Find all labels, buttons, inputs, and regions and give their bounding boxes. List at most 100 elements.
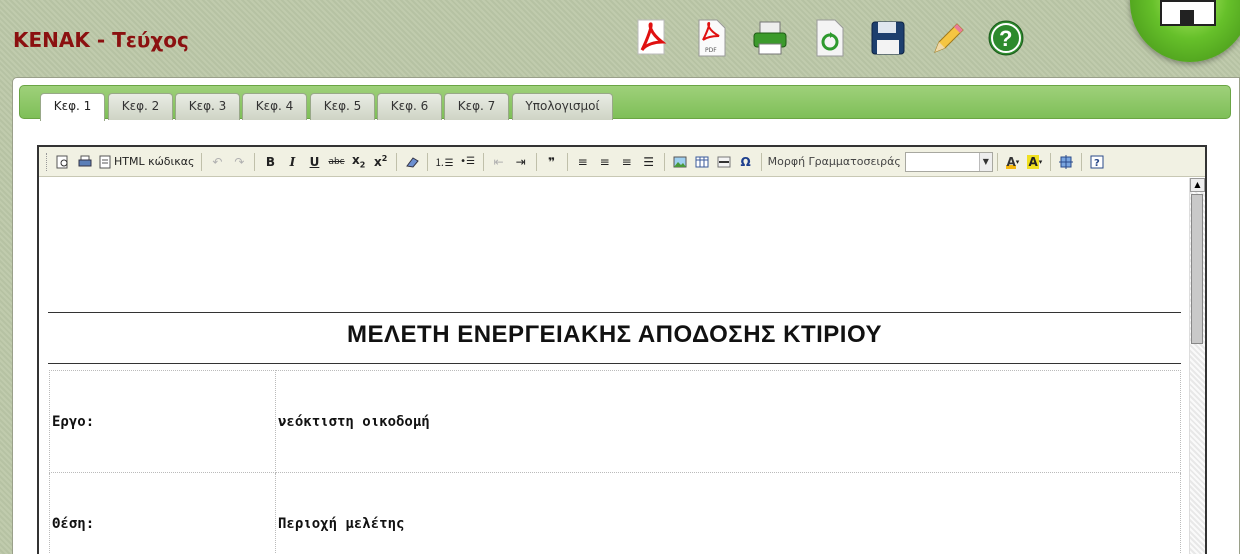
eraser-icon <box>405 156 419 168</box>
tab-chapter-7[interactable]: Κεφ. 7 <box>444 93 509 120</box>
help-icon[interactable]: ? <box>984 14 1028 62</box>
tab-chapter-5[interactable]: Κεφ. 5 <box>310 93 375 120</box>
undo-button[interactable]: ↶ <box>206 151 228 173</box>
background-color-dropdown-icon: ▾ <box>1038 157 1043 166</box>
tab-chapter-4[interactable]: Κεφ. 4 <box>242 93 307 120</box>
indent-button[interactable]: ⇥ <box>510 151 532 173</box>
tab-chapter-6[interactable]: Κεφ. 6 <box>377 93 442 120</box>
project-label: Εργο: <box>49 370 276 473</box>
tab-chapter-3[interactable]: Κεφ. 3 <box>175 93 240 120</box>
print-icon <box>78 155 92 166</box>
table-icon <box>695 156 709 167</box>
align-left-icon: ≡ <box>577 154 588 169</box>
align-right-icon: ≡ <box>621 154 632 169</box>
svg-text:?: ? <box>1094 158 1100 169</box>
preview-button[interactable] <box>52 151 74 173</box>
pdf-file-icon[interactable]: PDF <box>689 14 733 62</box>
align-left-button[interactable]: ≡ <box>572 151 594 173</box>
omega-icon: Ω <box>740 154 751 169</box>
bottom-divider <box>48 363 1181 364</box>
insert-table-button[interactable] <box>691 151 713 173</box>
numbered-list-button[interactable]: ⒈☰ <box>432 151 457 173</box>
printer-icon[interactable] <box>748 14 792 62</box>
remove-format-button[interactable] <box>401 151 423 173</box>
italic-icon: I <box>289 154 296 169</box>
document-title: ΜΕΛΕΤΗ ΕΝΕΡΓΕΙΑΚΗΣ ΑΠΟΔΟΣΗΣ ΚΤΙΡΙΟΥ <box>347 321 882 348</box>
indent-icon: ⇥ <box>515 154 526 169</box>
pencil-icon[interactable] <box>925 14 969 62</box>
toolbar-separator <box>254 152 256 171</box>
strikethrough-button[interactable]: abc <box>325 151 347 173</box>
italic-button[interactable]: I <box>281 151 303 173</box>
editor-content[interactable]: ΜΕΛΕΤΗ ΕΝΕΡΓΕΙΑΚΗΣ ΑΠΟΔΟΣΗΣ ΚΤΙΡΙΟΥ Εργο… <box>39 178 1189 554</box>
maximize-button[interactable] <box>1055 151 1077 173</box>
align-right-button[interactable]: ≡ <box>616 151 638 173</box>
tab-chapter-2[interactable]: Κεφ. 2 <box>108 93 173 120</box>
outdent-button[interactable]: ⇤ <box>488 151 510 173</box>
blockquote-button[interactable]: ❞ <box>541 151 563 173</box>
toolbar-separator <box>535 152 537 171</box>
toolbar-grip <box>46 152 48 171</box>
recycle-icon[interactable] <box>807 14 851 62</box>
chevron-down-icon: ▼ <box>978 152 992 171</box>
html-source-label: HTML κώδικας <box>114 155 195 168</box>
strikethrough-icon: abc <box>328 156 345 167</box>
document-icon <box>99 155 111 168</box>
toolbar-separator <box>663 152 665 171</box>
scrollbar-thumb[interactable] <box>1191 194 1203 344</box>
text-color-button[interactable]: A ▾ <box>1002 151 1024 173</box>
toolbar-separator <box>426 152 428 171</box>
superscript-button[interactable]: x2 <box>370 151 392 173</box>
chapter-tabbar: Κεφ. 1 Κεφ. 2 Κεφ. 3 Κεφ. 4 Κεφ. 5 Κεφ. … <box>19 85 1231 121</box>
font-format-label: Μορφή Γραμματοσειράς <box>767 155 901 168</box>
horizontal-rule-icon <box>717 156 731 167</box>
horizontal-rule-button[interactable] <box>713 151 735 173</box>
scroll-up-icon[interactable]: ▲ <box>1190 178 1205 192</box>
html-source-button[interactable]: HTML κώδικας <box>96 151 197 173</box>
location-value: Περιοχή μελέτης <box>275 472 1181 554</box>
bullet-list-button[interactable]: •☰ <box>457 151 479 173</box>
toolbar-separator <box>1080 152 1082 171</box>
pdf-file-label: PDF <box>705 47 717 54</box>
home-icon <box>1160 0 1216 26</box>
numbered-list-icon: ⒈☰ <box>434 158 454 169</box>
subscript-button[interactable]: x2 <box>348 151 370 173</box>
subscript-icon: x2 <box>351 153 366 170</box>
table-row: Θέση: Περιοχή μελέτης <box>49 472 1181 554</box>
quote-icon: ❞ <box>548 154 556 169</box>
project-value: νεόκτιστη οικοδομή <box>275 370 1181 473</box>
align-center-button[interactable]: ≡ <box>594 151 616 173</box>
tab-chapter-1[interactable]: Κεφ. 1 <box>40 93 105 121</box>
about-button[interactable]: ? <box>1086 151 1108 173</box>
header-toolbar: PDF ? <box>630 14 1043 62</box>
vertical-scrollbar[interactable]: ▲ <box>1189 178 1205 554</box>
home-button[interactable] <box>1130 0 1240 62</box>
outdent-icon: ⇤ <box>493 154 504 169</box>
bold-icon: B <box>265 154 276 169</box>
toolbar-separator <box>395 152 397 171</box>
background-color-icon: A <box>1027 154 1039 169</box>
app-title: ΚΕΝΑΚ - Τεύχος <box>13 28 189 52</box>
justify-button[interactable]: ☰ <box>638 151 660 173</box>
tab-calculations[interactable]: Υπολογισμοί <box>512 93 613 120</box>
app-header: ΚΕΝΑΚ - Τεύχος PDF ? <box>0 0 1240 78</box>
location-label: Θέση: <box>49 472 276 554</box>
maximize-icon <box>1058 154 1073 169</box>
svg-text:?: ? <box>999 26 1012 51</box>
rich-text-editor: HTML κώδικας ↶ ↷ B I U abc x2 x2 ⒈☰ •☰ ⇤… <box>37 145 1207 554</box>
special-char-button[interactable]: Ω <box>735 151 757 173</box>
background-color-button[interactable]: A ▾ <box>1024 151 1046 173</box>
save-icon[interactable] <box>866 14 910 62</box>
question-icon: ? <box>1090 155 1104 169</box>
image-icon <box>673 156 687 167</box>
toolbar-separator <box>760 152 762 171</box>
bullet-list-icon: •☰ <box>460 156 476 167</box>
bold-button[interactable]: B <box>259 151 281 173</box>
redo-button[interactable]: ↷ <box>228 151 250 173</box>
acrobat-icon[interactable] <box>630 14 674 62</box>
underline-button[interactable]: U <box>303 151 325 173</box>
font-format-select[interactable]: ▼ <box>904 151 993 172</box>
insert-image-button[interactable] <box>669 151 691 173</box>
align-center-icon: ≡ <box>599 154 610 169</box>
print-button[interactable] <box>74 151 96 173</box>
